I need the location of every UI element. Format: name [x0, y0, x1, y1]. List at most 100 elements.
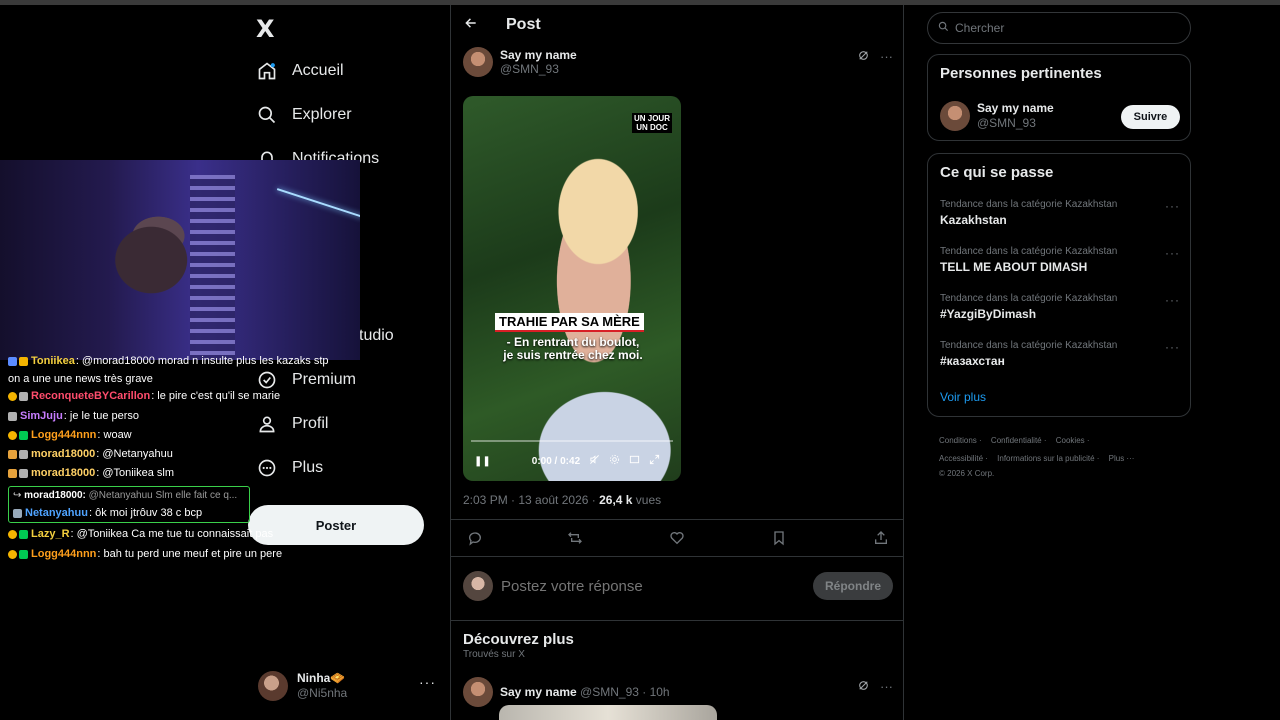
- nav-item-more[interactable]: Plus: [256, 453, 323, 483]
- trend-item[interactable]: Tendance dans la catégorie Kazakhstan #к…: [940, 340, 1180, 368]
- trend-more-icon[interactable]: ···: [1165, 340, 1180, 354]
- footer-confidentiality[interactable]: Confidentialité ·: [991, 436, 1047, 445]
- chat-text: : @Toniikea slm: [96, 467, 175, 479]
- chat-username: Lazy_R: [31, 528, 70, 540]
- chat-badges: [8, 549, 28, 559]
- webcam-neon-line: [276, 188, 360, 218]
- chat-text: on a une une news très grave: [8, 373, 153, 385]
- settings-gear-icon[interactable]: [609, 454, 620, 468]
- trend-name: TELL ME ABOUT DIMASH: [940, 260, 1088, 274]
- x-logo[interactable]: X: [256, 15, 275, 43]
- chat-badges: [8, 411, 17, 421]
- follow-button[interactable]: Suivre: [1121, 105, 1180, 129]
- bookmark-icon[interactable]: [771, 530, 787, 549]
- more-circle-icon: [256, 457, 278, 479]
- author-handle[interactable]: @SMN_93: [500, 62, 577, 76]
- author-name[interactable]: Say my name: [500, 48, 577, 62]
- video-controls: ❚❚ 0:00 / 0:42: [463, 450, 681, 472]
- relevant-avatar[interactable]: [940, 101, 970, 131]
- nav-item-home[interactable]: Accueil: [256, 56, 344, 86]
- footer-conditions[interactable]: Conditions ·: [939, 436, 982, 445]
- discover-post[interactable]: Say my name @SMN_93 · 10h ···: [463, 677, 893, 707]
- chat-text: : @Toniikea Ca me tue tu connaissait pas: [70, 528, 274, 540]
- footer-ads-info[interactable]: Informations sur la publicité ·: [997, 454, 1099, 463]
- account-switcher[interactable]: Ninha🧇 @Ni5nha ···: [258, 668, 438, 704]
- trend-name: #казахстан: [940, 354, 1005, 368]
- footer-copyright: © 2026 X Corp.: [939, 469, 995, 478]
- chat-username: morad18000: [31, 448, 96, 460]
- search-box[interactable]: [927, 12, 1191, 44]
- post-video[interactable]: UN JOUR UN DOC TRAHIE PAR SA MÈRE - En r…: [463, 96, 681, 481]
- relevant-person[interactable]: Say my name @SMN_93 Suivre: [940, 101, 1180, 131]
- chat-username: Toniikea: [31, 355, 75, 367]
- home-icon: [256, 60, 278, 82]
- more-options-icon[interactable]: ···: [880, 49, 893, 65]
- like-icon[interactable]: [669, 530, 685, 549]
- nav-item-explore[interactable]: Explorer: [256, 100, 352, 130]
- trend-category: Tendance dans la catégorie Kazakhstan: [940, 340, 1118, 351]
- fullscreen-icon[interactable]: [649, 454, 660, 468]
- pause-icon[interactable]: ❚❚: [474, 456, 491, 467]
- avatar: [258, 671, 288, 701]
- video-progress-bar[interactable]: [471, 440, 673, 442]
- grok-icon[interactable]: [857, 49, 870, 65]
- more-dots-icon[interactable]: ···: [419, 674, 436, 690]
- share-icon[interactable]: [873, 530, 889, 549]
- chat-badges: [8, 356, 28, 366]
- footer-more[interactable]: Plus ···: [1109, 454, 1135, 463]
- views-count: 26,4 k: [599, 493, 633, 507]
- reply-button[interactable]: Répondre: [813, 572, 893, 600]
- trend-more-icon[interactable]: ···: [1165, 246, 1180, 260]
- views-label: vues: [632, 493, 662, 507]
- discover-post-media[interactable]: [499, 705, 717, 720]
- trend-item[interactable]: Tendance dans la catégorie Kazakhstan #Y…: [940, 293, 1180, 321]
- page-title: Post: [506, 16, 541, 33]
- chat-badges: [8, 529, 28, 539]
- post-meta: 2:03 PM · 13 août 2026 · 26,4 k vues: [463, 493, 661, 507]
- trend-item[interactable]: Tendance dans la catégorie Kazakhstan TE…: [940, 246, 1180, 274]
- search-icon: [256, 104, 278, 126]
- show-more-link[interactable]: Voir plus: [940, 390, 986, 404]
- trend-more-icon[interactable]: ···: [1165, 199, 1180, 213]
- mute-icon[interactable]: [589, 454, 600, 468]
- miniplayer-icon[interactable]: [629, 454, 640, 468]
- chat-badges: [8, 391, 28, 401]
- nav-label-home: Accueil: [292, 62, 344, 79]
- chat-reply-thread: ↪ morad18000: @Netanyahuu Slm elle fait …: [8, 486, 250, 523]
- repost-icon[interactable]: [567, 530, 583, 549]
- search-input[interactable]: [955, 21, 1175, 35]
- account-handle: @Ni5nha: [297, 686, 348, 700]
- quote-user: morad18000:: [24, 490, 86, 501]
- reply-input[interactable]: [501, 577, 781, 595]
- user-avatar: [463, 571, 493, 601]
- discover-avatar[interactable]: [463, 677, 493, 707]
- footer-cookies[interactable]: Cookies ·: [1056, 436, 1090, 445]
- more-options-icon[interactable]: ···: [880, 679, 893, 695]
- chat-text: : @morad18000 morad n insulte plus les k…: [75, 355, 329, 367]
- chat-message: Lazy_R : @Toniikea Ca me tue tu connaiss…: [8, 528, 273, 540]
- trend-item[interactable]: Tendance dans la catégorie Kazakhstan Ka…: [940, 199, 1180, 227]
- footer-links: Conditions · Confidentialité · Cookies ·…: [939, 432, 1179, 480]
- chat-text: : bah tu perd une meuf et pire un pere: [97, 548, 283, 560]
- post-column: Post Say my name @SMN_93 ··· UN JOUR UN …: [450, 5, 904, 720]
- discover-author-name[interactable]: Say my name: [500, 685, 577, 699]
- nav-item-studio[interactable]: tudio: [359, 321, 394, 351]
- post-date[interactable]: 2:03 PM · 13 août 2026 ·: [463, 493, 599, 507]
- grok-icon[interactable]: [857, 679, 870, 695]
- chat-message: SimJuju : je le tue perso: [8, 410, 139, 422]
- footer-accessibility[interactable]: Accessibilité ·: [939, 454, 988, 463]
- relevant-name[interactable]: Say my name: [977, 101, 1054, 116]
- author-avatar[interactable]: [463, 47, 493, 77]
- chat-message: Netanyahuu : ôk moi jtrôuv 38 c bcp: [13, 507, 202, 519]
- chat-text: : @Netanyahuu: [96, 448, 173, 460]
- chat-text: : woaw: [97, 429, 132, 441]
- relevant-people-card: Personnes pertinentes Say my name @SMN_9…: [927, 54, 1191, 141]
- trend-more-icon[interactable]: ···: [1165, 293, 1180, 307]
- video-headline: TRAHIE PAR SA MÈRE: [495, 313, 644, 332]
- subtitle-line-2: je suis rentrée chez moi.: [503, 348, 643, 362]
- chat-username: ReconqueteBYCarillon: [31, 390, 151, 402]
- nav-item-profile[interactable]: Profil: [256, 409, 328, 439]
- post-button[interactable]: Poster: [248, 505, 424, 545]
- reply-icon[interactable]: [467, 530, 483, 549]
- back-arrow-icon[interactable]: [464, 16, 484, 35]
